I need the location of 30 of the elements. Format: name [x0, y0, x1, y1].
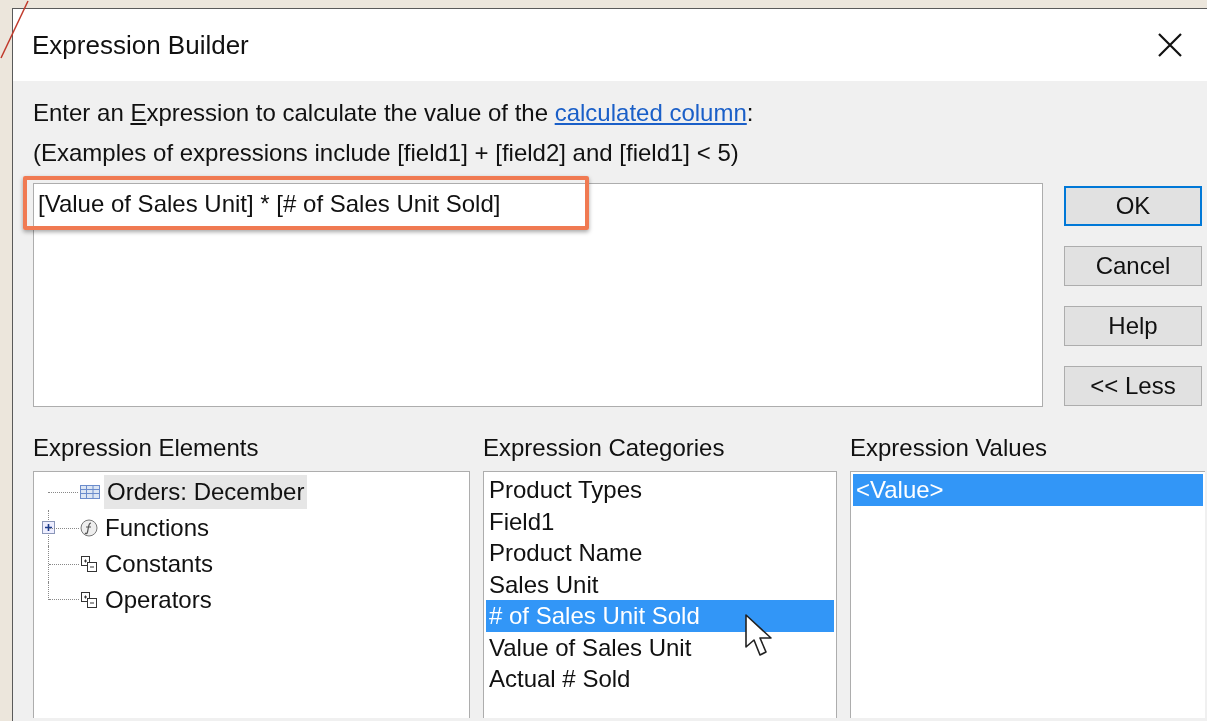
elements-tree[interactable]: Orders: December Functions Constants Operators: [33, 471, 470, 718]
dialog-button[interactable]: Cancel: [1064, 246, 1202, 286]
list-label: Expression Categories: [483, 433, 726, 463]
tree-item[interactable]: Constants: [102, 547, 217, 581]
list-item[interactable]: Value of Sales Unit: [486, 631, 834, 663]
calculated-column-link[interactable]: calculated column: [554, 99, 747, 126]
list-item[interactable]: Product Name: [486, 537, 834, 569]
expression-field[interactable]: [Value of Sales Unit] * [# of Sales Unit Sold]: [33, 183, 1043, 407]
list-item[interactable]: Product Types: [486, 474, 834, 506]
categories-list[interactable]: Product Types Field1 Product Name Sales Unit # of Sales Unit Sold Value of Sales Unit Actual # Sold: [483, 471, 837, 718]
window-title: Expression Builder: [32, 29, 249, 61]
dialog-button[interactable]: OK: [1064, 186, 1202, 226]
list-label: Expression Elements: [33, 433, 260, 463]
tree-item[interactable]: Orders: December: [104, 475, 308, 509]
dialog-button[interactable]: << Less: [1064, 366, 1202, 406]
list-item[interactable]: Actual # Sold: [486, 663, 834, 695]
instruction-text: Enter an Expression to calculate the value of the calculated column:: [33, 98, 755, 128]
list-item[interactable]: Field1: [486, 505, 834, 537]
expression-text: [Value of Sales Unit] * [# of Sales Unit Sold]: [37, 189, 502, 219]
table-icon: [80, 485, 100, 499]
tree-item[interactable]: Functions: [102, 511, 213, 545]
margin-line: [0, 0, 30, 60]
dialog-button[interactable]: Help: [1064, 306, 1202, 346]
expand-icon[interactable]: [42, 521, 55, 534]
function-icon: [80, 519, 98, 537]
examples-text: (Examples of expressions include [field1] + [field2] and [field1] < 5): [33, 138, 740, 168]
tree-item[interactable]: Operators: [102, 583, 215, 617]
list-label: Expression Values: [850, 433, 1048, 463]
close-icon[interactable]: [1157, 32, 1183, 58]
list-item[interactable]: Sales Unit: [486, 568, 834, 600]
